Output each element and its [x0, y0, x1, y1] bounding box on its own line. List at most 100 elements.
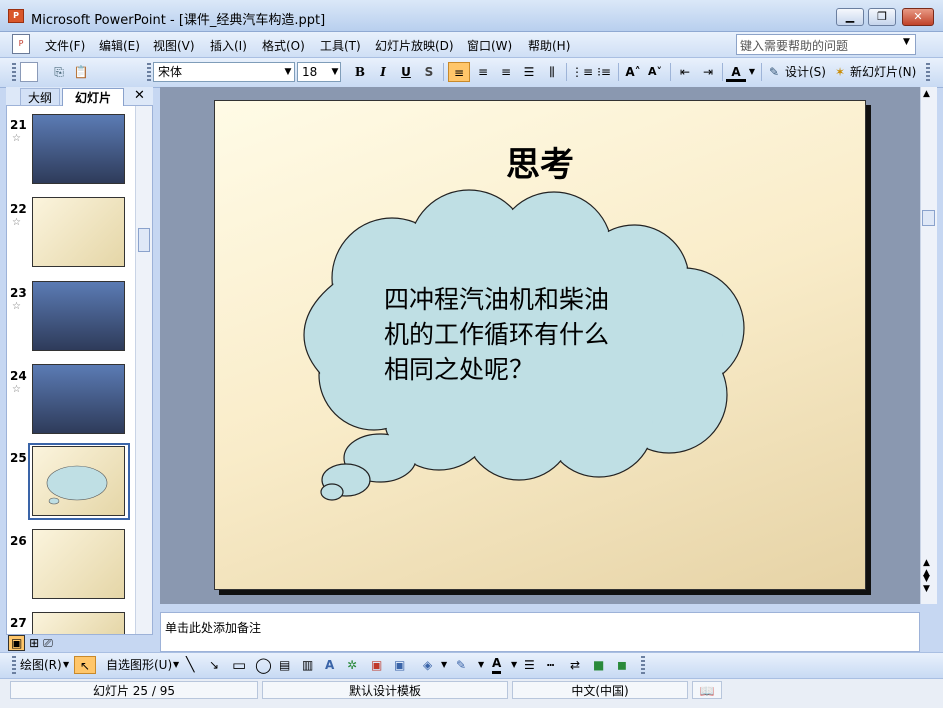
menu-edit[interactable]: 编辑(E) [99, 37, 140, 54]
design-icon[interactable]: ✎ [766, 62, 782, 82]
menu-help[interactable]: 帮助(H) [528, 37, 570, 54]
slide-body-text[interactable]: 四冲程汽油机和柴油 机的工作循环有什么 相同之处呢？ [384, 282, 649, 387]
draw-menu-button[interactable]: 绘图(R) [20, 656, 62, 674]
tab-outline[interactable]: 大纲 [20, 88, 60, 106]
powerpoint-icon[interactable]: P [8, 9, 24, 23]
line-color-icon[interactable]: ✎ [456, 656, 466, 674]
fill-color-icon[interactable]: ◈ [423, 656, 432, 674]
scroll-thumb[interactable] [922, 210, 935, 226]
chevron-down-icon[interactable]: ▼ [511, 656, 517, 674]
notes-pane[interactable] [160, 612, 920, 652]
copy-icon[interactable]: ⎘ [50, 62, 68, 82]
slideshow-view-icon[interactable]: ⎚ [43, 636, 53, 650]
close-icon[interactable]: ✕ [134, 88, 145, 103]
increase-indent-icon[interactable]: ⇥ [698, 62, 718, 82]
vertical-scrollbar[interactable] [920, 87, 937, 604]
clipart-icon[interactable]: ▣ [371, 656, 382, 674]
chevron-down-icon[interactable]: ▼ [63, 656, 69, 674]
restore-button[interactable]: ❐ [868, 8, 896, 26]
align-center-icon[interactable]: ≡ [473, 62, 493, 82]
panel-scrollbar[interactable] [135, 106, 152, 634]
picture-icon[interactable]: ▣ [394, 656, 405, 674]
new-slide-icon[interactable]: ✶ [832, 62, 848, 82]
toolbar-grip[interactable] [12, 63, 16, 81]
chevron-down-icon[interactable]: ▼ [478, 656, 484, 674]
line-icon[interactable]: ╲ [186, 656, 194, 674]
rectangle-icon[interactable]: ▭ [232, 656, 246, 674]
notes-placeholder[interactable]: 单击此处添加备注 [165, 619, 261, 636]
slide-thumbnail-selected[interactable] [32, 446, 125, 516]
toolbar-options-grip[interactable] [926, 63, 930, 81]
align-right-icon[interactable]: ≡ [496, 62, 516, 82]
normal-view-icon[interactable]: ▣ [8, 635, 26, 651]
dash-style-icon[interactable]: ┅ [547, 656, 554, 674]
design-button[interactable]: 设计(S) [785, 62, 827, 82]
spelling-icon[interactable]: 📖 [692, 681, 722, 699]
chevron-down-icon[interactable]: ▼ [173, 656, 179, 674]
toolbar-options-grip[interactable] [641, 656, 645, 674]
slide-thumbnail[interactable] [32, 197, 125, 267]
scroll-thumb[interactable] [138, 228, 150, 252]
numbering-icon[interactable]: ⋮≡ [571, 62, 593, 82]
minimize-button[interactable]: ▁ [836, 8, 864, 26]
chevron-down-icon[interactable]: ▼ [903, 37, 910, 47]
align-left-icon[interactable]: ≡ [448, 62, 470, 82]
line-style-icon[interactable]: ☰ [524, 656, 535, 674]
autoshapes-button[interactable]: 自选图形(U) [106, 656, 172, 674]
chevron-down-icon[interactable]: ▼ [441, 656, 447, 674]
3d-style-icon[interactable]: ◼ [617, 656, 627, 674]
wordart-icon[interactable]: A [325, 656, 334, 674]
toolbar-grip[interactable] [147, 63, 151, 81]
menu-window[interactable]: 窗口(W) [467, 37, 512, 54]
slide-thumbnail[interactable] [32, 364, 125, 434]
textbox-icon[interactable]: ▤ [279, 656, 290, 674]
chevron-down-icon[interactable]: ▼ [747, 62, 757, 82]
chevron-down-icon[interactable]: ▼ [329, 62, 341, 82]
document-icon[interactable]: P [12, 34, 30, 54]
text-direction-icon[interactable]: ⫼ [542, 62, 562, 82]
menu-file[interactable]: 文件(F) [45, 37, 85, 54]
slide-thumbnail[interactable] [32, 114, 125, 184]
slide-title[interactable]: 思考 [214, 137, 866, 186]
arrow-style-icon[interactable]: ⇄ [570, 656, 580, 674]
next-slide-icon[interactable]: ▼ ▼ [923, 574, 930, 594]
menu-slideshow[interactable]: 幻灯片放映(D) [375, 37, 454, 54]
help-search-input[interactable]: 键入需要帮助的问题 [736, 34, 916, 55]
paste-icon[interactable]: 📋 [72, 62, 90, 82]
menu-tools[interactable]: 工具(T) [320, 37, 361, 54]
underline-button[interactable]: U [397, 62, 415, 82]
bullets-icon[interactable]: ⁝≡ [594, 62, 614, 82]
bold-button[interactable]: B [351, 62, 369, 82]
oval-icon[interactable]: ◯ [255, 656, 272, 674]
decrease-indent-icon[interactable]: ⇤ [675, 62, 695, 82]
toolbar-grip[interactable] [12, 656, 16, 674]
menu-view[interactable]: 视图(V) [153, 37, 195, 54]
tab-slides[interactable]: 幻灯片 [62, 88, 124, 106]
increase-font-icon[interactable]: A˄ [623, 62, 643, 82]
slide-thumbnail[interactable] [32, 529, 125, 599]
slide-sorter-view-icon[interactable]: ⊞ [29, 636, 39, 650]
chevron-down-icon[interactable]: ▼ [282, 62, 294, 82]
diagram-icon[interactable]: ✲ [347, 656, 357, 674]
decrease-font-icon[interactable]: A˅ [645, 62, 665, 82]
shadow-button[interactable]: S [420, 62, 438, 82]
font-color-icon[interactable]: A [726, 62, 746, 82]
shadow-style-icon[interactable]: ■ [593, 656, 604, 674]
menu-format[interactable]: 格式(O) [262, 37, 305, 54]
new-slide-button[interactable]: 新幻灯片(N) [850, 62, 920, 82]
font-name-select[interactable]: 宋体 [153, 62, 295, 82]
italic-button[interactable]: I [374, 62, 392, 82]
justify-icon[interactable]: ☰ [519, 62, 539, 82]
font-color-icon[interactable]: A [492, 656, 502, 674]
toolbar-separator [722, 63, 723, 81]
scroll-up-icon[interactable]: ▲ [923, 89, 930, 99]
animation-star-icon: ☆ [12, 301, 21, 312]
vertical-textbox-icon[interactable]: ▥ [302, 656, 313, 674]
arrow-icon[interactable]: ↘ [209, 656, 219, 674]
menu-insert[interactable]: 插入(I) [210, 37, 247, 54]
select-pointer-icon[interactable]: ↖ [74, 656, 96, 674]
slide-thumbnail[interactable] [32, 612, 125, 634]
slide-thumbnail[interactable] [32, 281, 125, 351]
close-button[interactable]: ✕ [902, 8, 934, 26]
new-document-icon[interactable] [20, 62, 38, 82]
